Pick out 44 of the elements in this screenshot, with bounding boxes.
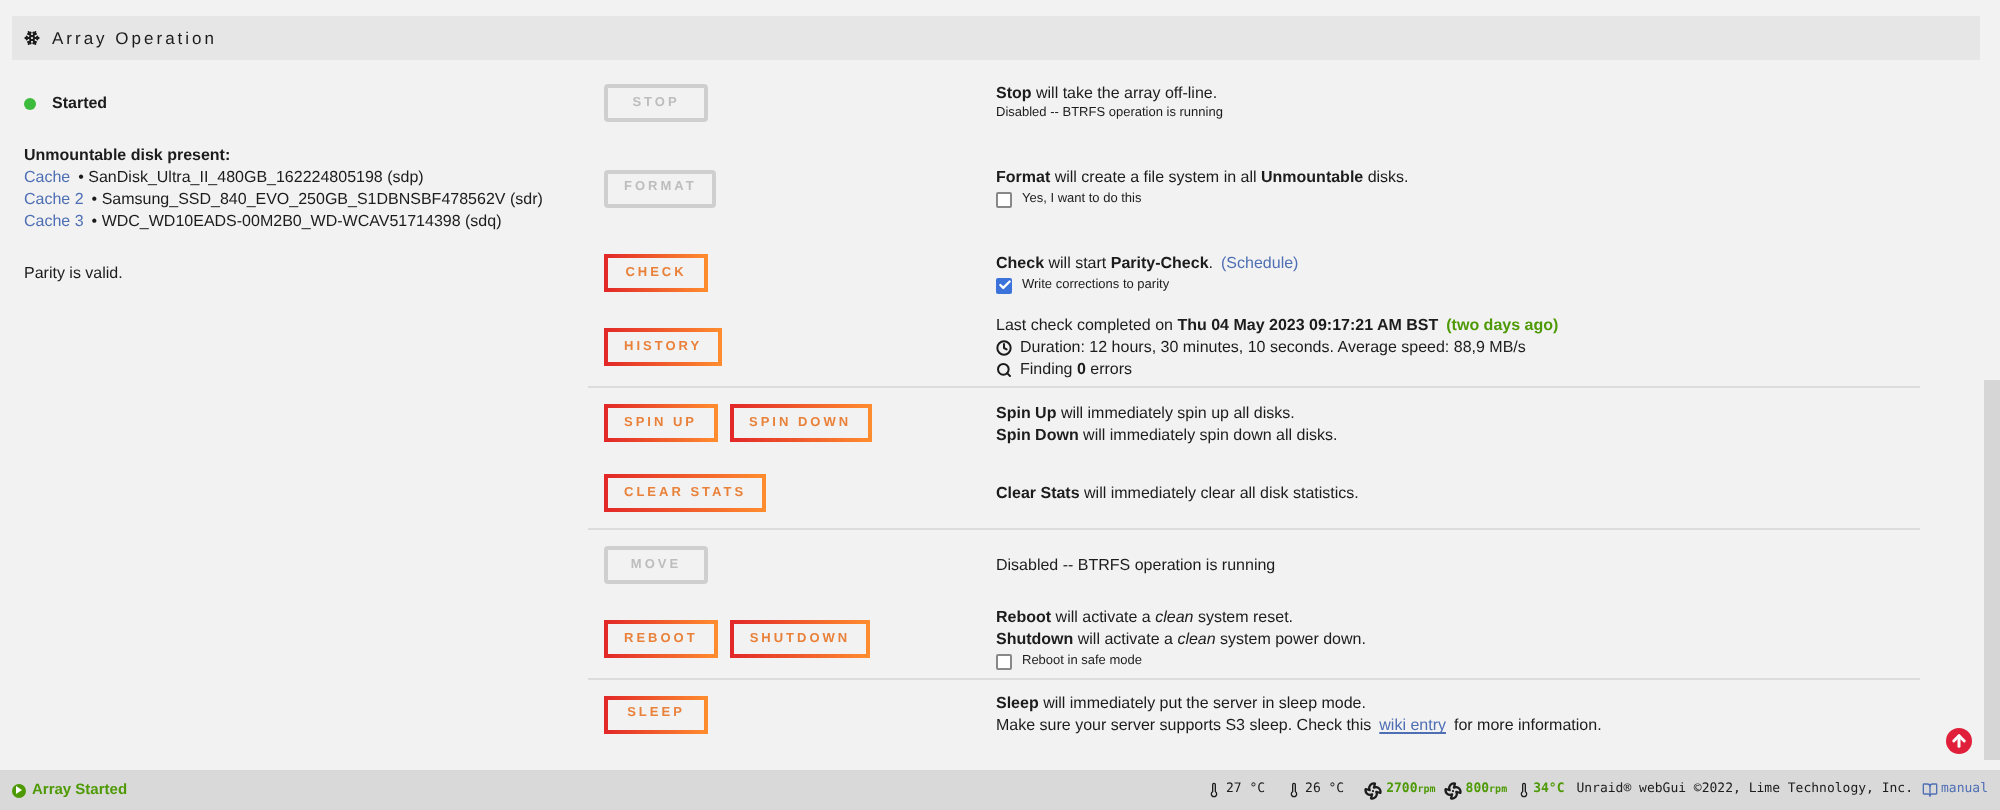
panel-title: Array Operation xyxy=(52,25,217,51)
disk-name: • Samsung_SSD_840_EVO_250GB_S1DBNSBF478562V (sdr) xyxy=(91,188,543,210)
link[interactable]: (Schedule) xyxy=(1221,251,1299,274)
description-text: Spin Down will immediately spin down all disks. xyxy=(996,423,1338,445)
thermometer-icon xyxy=(1285,782,1302,798)
description-text: Disabled -- BTRFS operation is running xyxy=(996,554,1276,576)
search-icon xyxy=(996,361,1012,377)
description-text: Finding 0 errors xyxy=(1020,358,1133,380)
warning-heading: Unmountable disk present: xyxy=(24,144,233,166)
cache-link[interactable]: Cache xyxy=(24,166,71,188)
disk-name: • WDC_WD10EADS-00M2B0_WD-WCAV51714398 (sdq) xyxy=(91,210,502,232)
disk-name: • SanDisk_Ultra_II_480GB_162224805198 (sdp) xyxy=(78,166,424,188)
scrollbar-thumb[interactable] xyxy=(1984,380,2000,760)
description-text: Clear Stats will immediately clear all disk statistics. xyxy=(996,482,1359,504)
snowflake-icon xyxy=(24,30,40,46)
thermometer-icon xyxy=(1515,782,1532,798)
description-text: Duration: 12 hours, 30 minutes, 10 seconds. Average speed: 88,9 MB/s xyxy=(1020,336,1526,358)
description-text: Stop will take the array off-line. xyxy=(996,82,1218,104)
cache-link[interactable]: Cache 3 xyxy=(24,210,84,232)
description-text: Make sure your server supports S3 sleep. Check this xyxy=(996,714,1372,737)
cache-link[interactable]: Cache 2 xyxy=(24,188,84,210)
scroll-top-button[interactable] xyxy=(1946,728,1972,754)
checkbox[interactable] xyxy=(996,653,1012,670)
play-circle-icon xyxy=(12,783,26,797)
description-text: Spin Up will immediately spin up all disks. xyxy=(996,401,1295,423)
description-text: Shutdown will activate a clean system power down. xyxy=(996,628,1366,650)
description-text: Format will create a file system in all Unmountable disks. xyxy=(996,166,1409,189)
description-text: Last check completed on Thu 04 May 2023 09:17:21 AM BST xyxy=(996,314,1439,336)
description-text: Reboot will activate a clean system reset. xyxy=(996,606,1294,628)
checkmark-icon xyxy=(997,278,1011,292)
link[interactable]: wiki entry xyxy=(1379,714,1446,737)
book-icon xyxy=(1921,782,1938,798)
description-text: Check will start Parity-Check. xyxy=(996,251,1214,274)
fan-icon xyxy=(1364,781,1383,799)
thermometer-icon xyxy=(1205,782,1222,798)
fan-icon xyxy=(1443,781,1462,799)
checkbox[interactable] xyxy=(996,192,1012,208)
relative-time: (two days ago) xyxy=(1446,314,1559,336)
arrow-up-icon xyxy=(1950,732,1968,750)
description-text: for more information. xyxy=(1453,714,1602,737)
clock-icon xyxy=(996,339,1012,355)
description-text: Sleep will immediately put the server in sleep mode. xyxy=(996,692,1366,715)
parity-status: Parity is valid. xyxy=(24,263,123,281)
array-status: Started xyxy=(52,91,108,115)
